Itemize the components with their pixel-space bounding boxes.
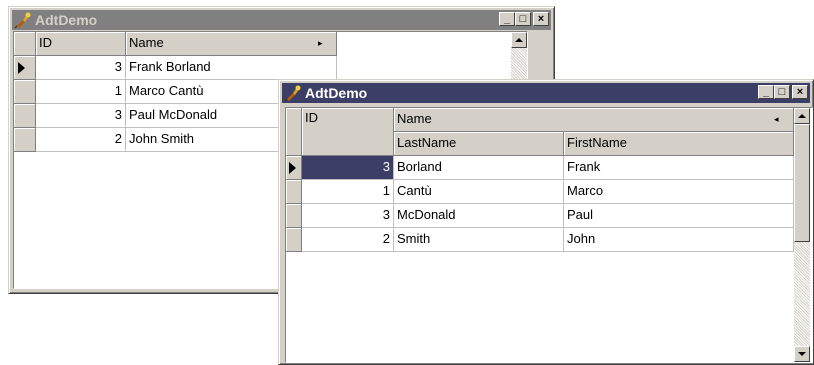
cell-lastname[interactable]: McDonald	[394, 204, 564, 228]
app-icon	[284, 85, 301, 102]
cell-id[interactable]: 3	[36, 56, 126, 80]
window-title: AdtDemo	[305, 85, 368, 101]
cell-id[interactable]: 1	[36, 80, 126, 104]
window-title: AdtDemo	[35, 12, 98, 28]
indicator-header	[286, 108, 302, 156]
row-indicator[interactable]	[14, 80, 36, 104]
cell-id[interactable]: 3	[302, 156, 394, 180]
row-indicator[interactable]	[286, 180, 302, 204]
maximize-button[interactable]: □	[515, 12, 531, 26]
column-header-id[interactable]: ID	[302, 108, 394, 156]
column-header-name-label: Name	[397, 111, 432, 126]
row-indicator[interactable]	[14, 104, 36, 128]
minimize-button[interactable]: _	[499, 12, 515, 26]
app-icon	[14, 12, 31, 29]
current-row-arrow-icon	[289, 162, 296, 174]
cell-firstname[interactable]: Frank	[564, 156, 794, 180]
row-indicator[interactable]	[14, 128, 36, 152]
collapse-left-icon[interactable]: ◂	[774, 108, 779, 130]
data-grid-front[interactable]: ID Name ◂ LastName FirstName 3 Borland F…	[285, 107, 813, 363]
title-bar-back[interactable]: AdtDemo _ □ ×	[12, 10, 551, 30]
scroll-down-icon[interactable]	[794, 346, 810, 362]
column-header-name[interactable]: Name ▸	[126, 32, 337, 56]
column-header-name[interactable]: Name ◂	[394, 108, 794, 132]
cell-firstname[interactable]: John	[564, 228, 794, 252]
maximize-button[interactable]: □	[774, 85, 790, 99]
close-button[interactable]: ×	[792, 85, 808, 99]
cell-id[interactable]: 3	[302, 204, 394, 228]
indicator-header	[14, 32, 36, 56]
cell-id[interactable]: 3	[36, 104, 126, 128]
cell-firstname[interactable]: Paul	[564, 204, 794, 228]
row-indicator[interactable]	[286, 228, 302, 252]
column-header-lastname[interactable]: LastName	[394, 132, 564, 156]
scroll-up-icon[interactable]	[511, 32, 527, 48]
cell-id[interactable]: 1	[302, 180, 394, 204]
scroll-thumb[interactable]	[794, 124, 810, 242]
cell-firstname[interactable]: Marco	[564, 180, 794, 204]
row-indicator[interactable]	[286, 156, 302, 180]
vertical-scrollbar[interactable]	[794, 108, 810, 362]
minimize-button[interactable]: _	[758, 85, 774, 99]
column-header-name-label: Name	[129, 35, 164, 50]
row-indicator[interactable]	[286, 204, 302, 228]
cell-id[interactable]: 2	[36, 128, 126, 152]
close-button[interactable]: ×	[533, 12, 549, 26]
cell-lastname[interactable]: Borland	[394, 156, 564, 180]
title-bar-front[interactable]: AdtDemo _ □ ×	[282, 83, 810, 103]
column-header-id[interactable]: ID	[36, 32, 126, 56]
window-front[interactable]: AdtDemo _ □ × ID Name ◂ LastName FirstNa…	[278, 79, 814, 365]
current-row-arrow-icon	[18, 62, 25, 74]
cell-name[interactable]: Frank Borland	[126, 56, 337, 80]
column-header-firstname[interactable]: FirstName	[564, 132, 794, 156]
expand-right-icon[interactable]: ▸	[318, 32, 323, 54]
cell-lastname[interactable]: Cantù	[394, 180, 564, 204]
cell-id[interactable]: 2	[302, 228, 394, 252]
row-indicator[interactable]	[14, 56, 36, 80]
scroll-up-icon[interactable]	[794, 108, 810, 124]
cell-lastname[interactable]: Smith	[394, 228, 564, 252]
